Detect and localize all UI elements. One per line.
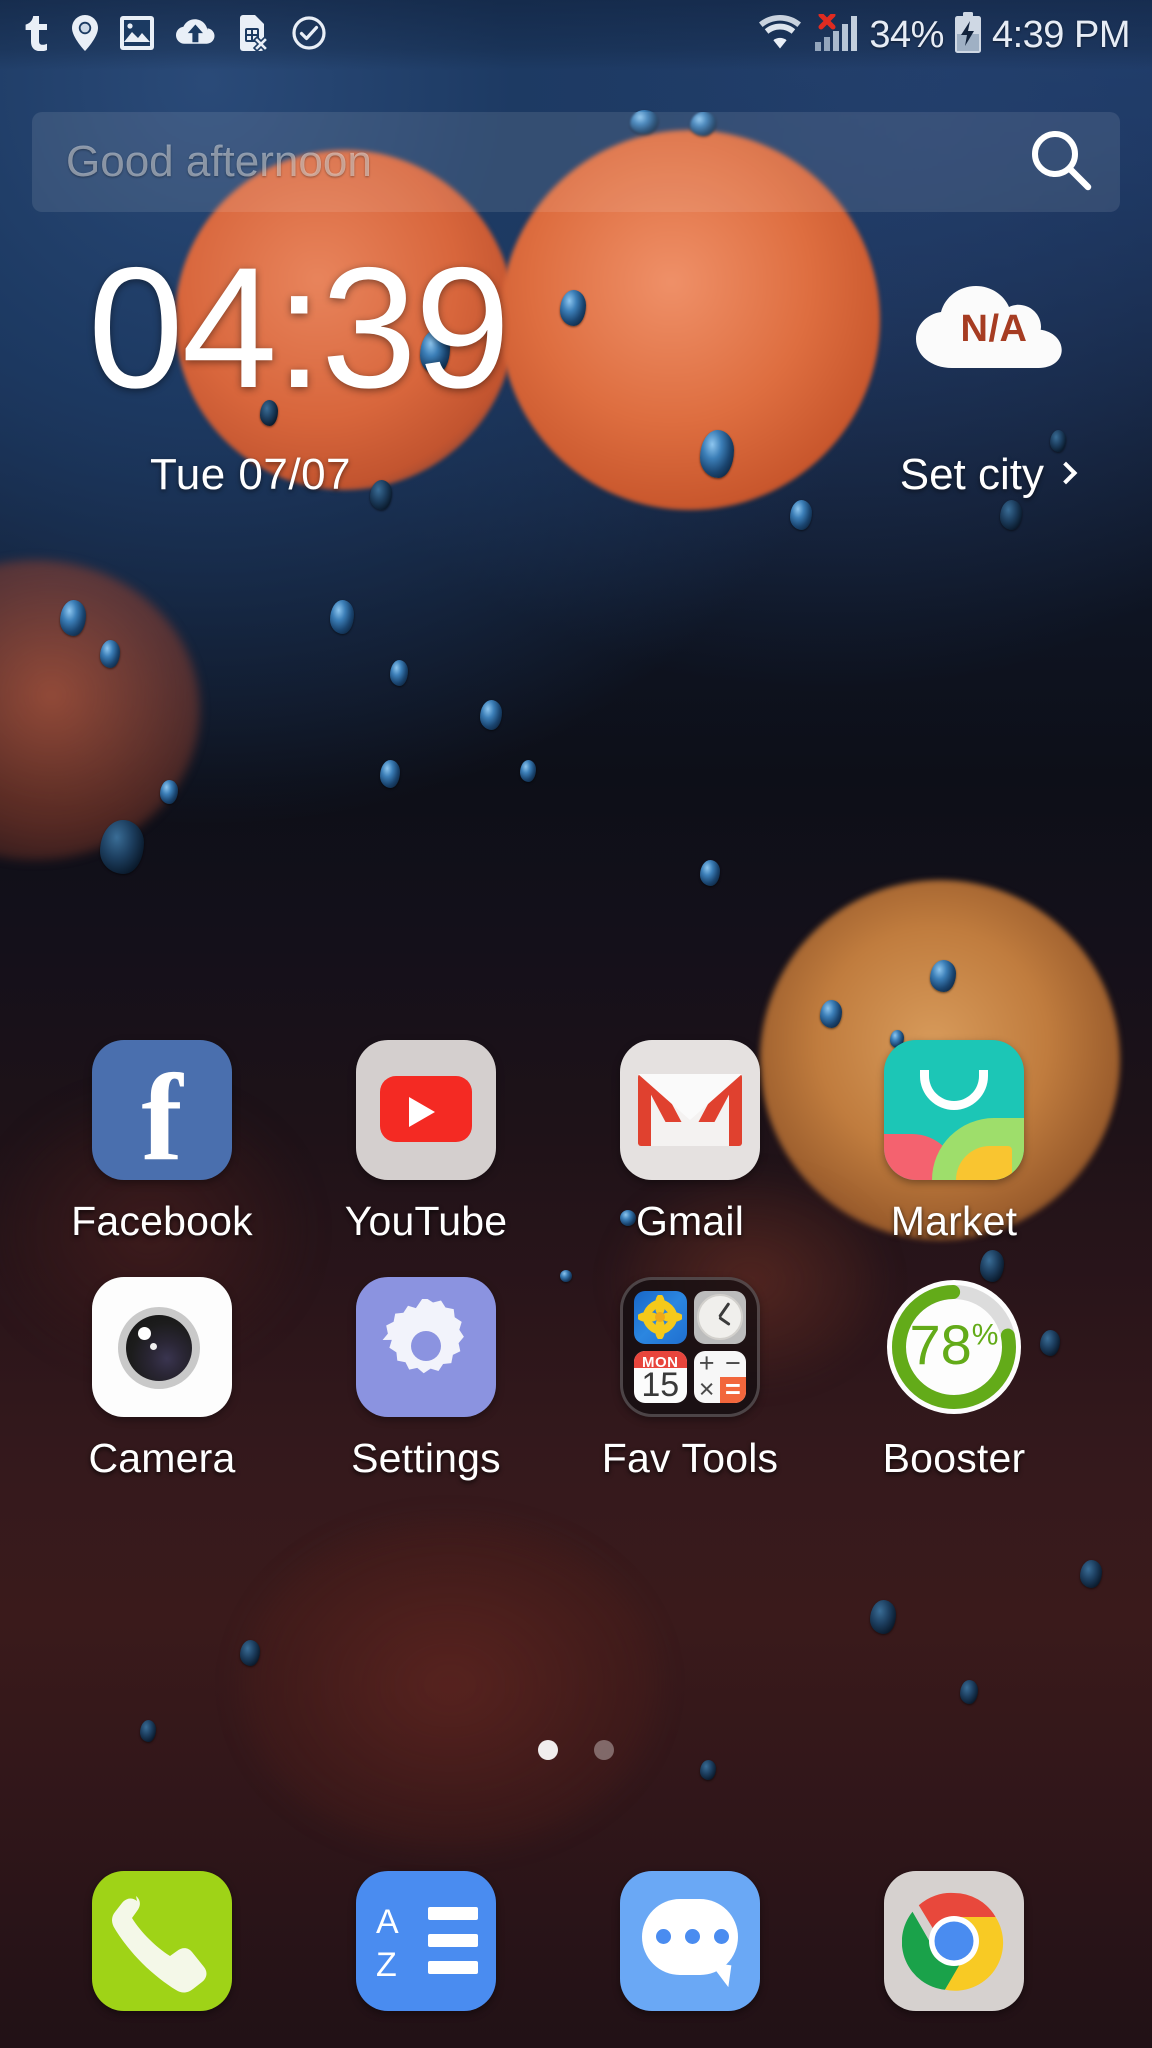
app-camera[interactable]: Camera: [30, 1277, 294, 1482]
page-indicator[interactable]: [0, 1740, 1152, 1760]
youtube-icon[interactable]: [356, 1040, 496, 1180]
calc-key-minus: −: [724, 1350, 741, 1379]
cellular-signal-no-service-icon: [813, 12, 859, 57]
app-label: Facebook: [71, 1198, 253, 1244]
cloud-upload-icon: [176, 18, 216, 53]
search-input-placeholder[interactable]: Good afternoon: [66, 137, 372, 187]
app-label: Gmail: [635, 1198, 745, 1244]
clock-mini-icon: [693, 1291, 746, 1344]
home-screen: 34% 4:39 PM Good afternoon 04:39 N/A Tue…: [0, 0, 1152, 2048]
dock: AZ: [0, 1834, 1152, 2048]
status-bar-clock: 4:39 PM: [991, 14, 1131, 56]
cloud-icon[interactable]: N/A: [914, 280, 1074, 370]
app-market[interactable]: Market: [822, 1040, 1086, 1245]
dock-item-app-drawer[interactable]: AZ: [294, 1871, 558, 2011]
app-label: Camera: [88, 1435, 236, 1481]
app-label: Market: [890, 1198, 1018, 1244]
calc-key-equals: =: [719, 1376, 746, 1403]
status-bar-system-icons: 34% 4:39 PM: [757, 11, 1131, 59]
app-youtube[interactable]: YouTube: [294, 1040, 558, 1245]
settings-gear-icon[interactable]: [356, 1277, 496, 1417]
chrome-icon[interactable]: [884, 1871, 1024, 2011]
page-dot-2[interactable]: [594, 1740, 614, 1760]
app-drawer-az-icon[interactable]: AZ: [356, 1871, 496, 2011]
status-bar-notification-icons: [22, 14, 326, 56]
search-icon[interactable]: [1028, 127, 1094, 198]
facebook-icon[interactable]: f: [92, 1040, 232, 1180]
app-row: Camera Settings MON 15 + − × = Fav Tools…: [0, 1277, 1152, 1482]
market-icon[interactable]: [884, 1040, 1024, 1180]
location-pin-icon: [72, 14, 98, 56]
booster-unit: %: [971, 1318, 999, 1352]
wifi-icon: [757, 14, 803, 56]
folder-icon[interactable]: MON 15 + − × =: [620, 1277, 760, 1417]
booster-number: 78: [909, 1313, 972, 1376]
calculator-mini-icon: + − × =: [693, 1350, 746, 1403]
folder-fav-tools[interactable]: MON 15 + − × = Fav Tools: [558, 1277, 822, 1482]
calc-key-plus: +: [698, 1350, 715, 1379]
tumblr-icon: [22, 15, 50, 56]
app-label: Booster: [882, 1435, 1026, 1481]
calendar-day: 15: [641, 1365, 680, 1403]
no-sim-card-icon: [238, 14, 270, 56]
clock-weather-widget[interactable]: 04:39 N/A Tue 07/07 Set city: [0, 242, 1152, 510]
dock-item-phone[interactable]: [30, 1871, 294, 2011]
app-facebook[interactable]: f Facebook: [30, 1040, 294, 1245]
page-dot-1[interactable]: [538, 1740, 558, 1760]
gmail-icon[interactable]: [620, 1040, 760, 1180]
camera-icon[interactable]: [92, 1277, 232, 1417]
app-label: Fav Tools: [601, 1435, 779, 1481]
app-booster[interactable]: 78% Booster: [822, 1277, 1086, 1482]
app-label: Settings: [351, 1435, 501, 1481]
gallery-mini-icon: [634, 1291, 687, 1344]
booster-value: 78%: [884, 1317, 1024, 1373]
weather-value: N/A: [960, 308, 1028, 350]
app-grid: f Facebook YouTube Gmail Market Camera S…: [0, 1040, 1152, 1514]
clock-time[interactable]: 04:39: [88, 242, 510, 414]
status-bar[interactable]: 34% 4:39 PM: [0, 0, 1152, 70]
phone-icon[interactable]: [92, 1871, 232, 2011]
messages-bubble-icon[interactable]: [620, 1871, 760, 2011]
booster-ring-icon[interactable]: 78%: [884, 1277, 1024, 1417]
facebook-f-glyph: f: [141, 1049, 183, 1180]
dock-item-messages[interactable]: [558, 1871, 822, 2011]
app-row: f Facebook YouTube Gmail Market: [0, 1040, 1152, 1245]
check-circle-icon: [292, 15, 326, 55]
calendar-mini-icon: MON 15: [634, 1350, 687, 1403]
calc-key-multiply: ×: [698, 1374, 715, 1403]
battery-percent-label: 34%: [869, 14, 944, 56]
dock-item-chrome[interactable]: [822, 1871, 1086, 2011]
search-bar[interactable]: Good afternoon: [32, 112, 1120, 212]
app-settings[interactable]: Settings: [294, 1277, 558, 1482]
app-gmail[interactable]: Gmail: [558, 1040, 822, 1245]
battery-charging-icon: [954, 11, 982, 59]
gallery-image-icon: [120, 15, 154, 55]
app-label: YouTube: [344, 1198, 508, 1244]
chevron-right-icon: [1054, 461, 1078, 485]
set-city-button[interactable]: Set city: [899, 450, 1078, 500]
clock-date: Tue 07/07: [150, 450, 352, 499]
set-city-label: Set city: [899, 450, 1044, 499]
